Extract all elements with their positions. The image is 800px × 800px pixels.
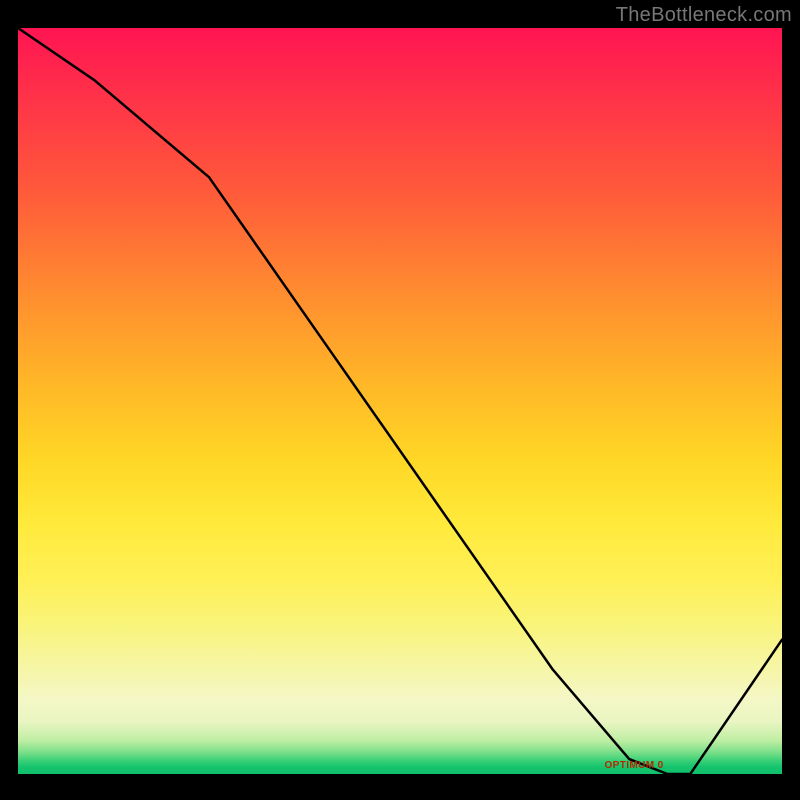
optimum-marker: OPTIMUM 0 <box>604 760 663 771</box>
watermark-text: TheBottleneck.com <box>616 4 792 27</box>
chart-stage: TheBottleneck.com OPTIMUM 0 <box>0 0 800 800</box>
plot-area: OPTIMUM 0 <box>18 28 782 774</box>
bottleneck-curve <box>18 28 782 774</box>
